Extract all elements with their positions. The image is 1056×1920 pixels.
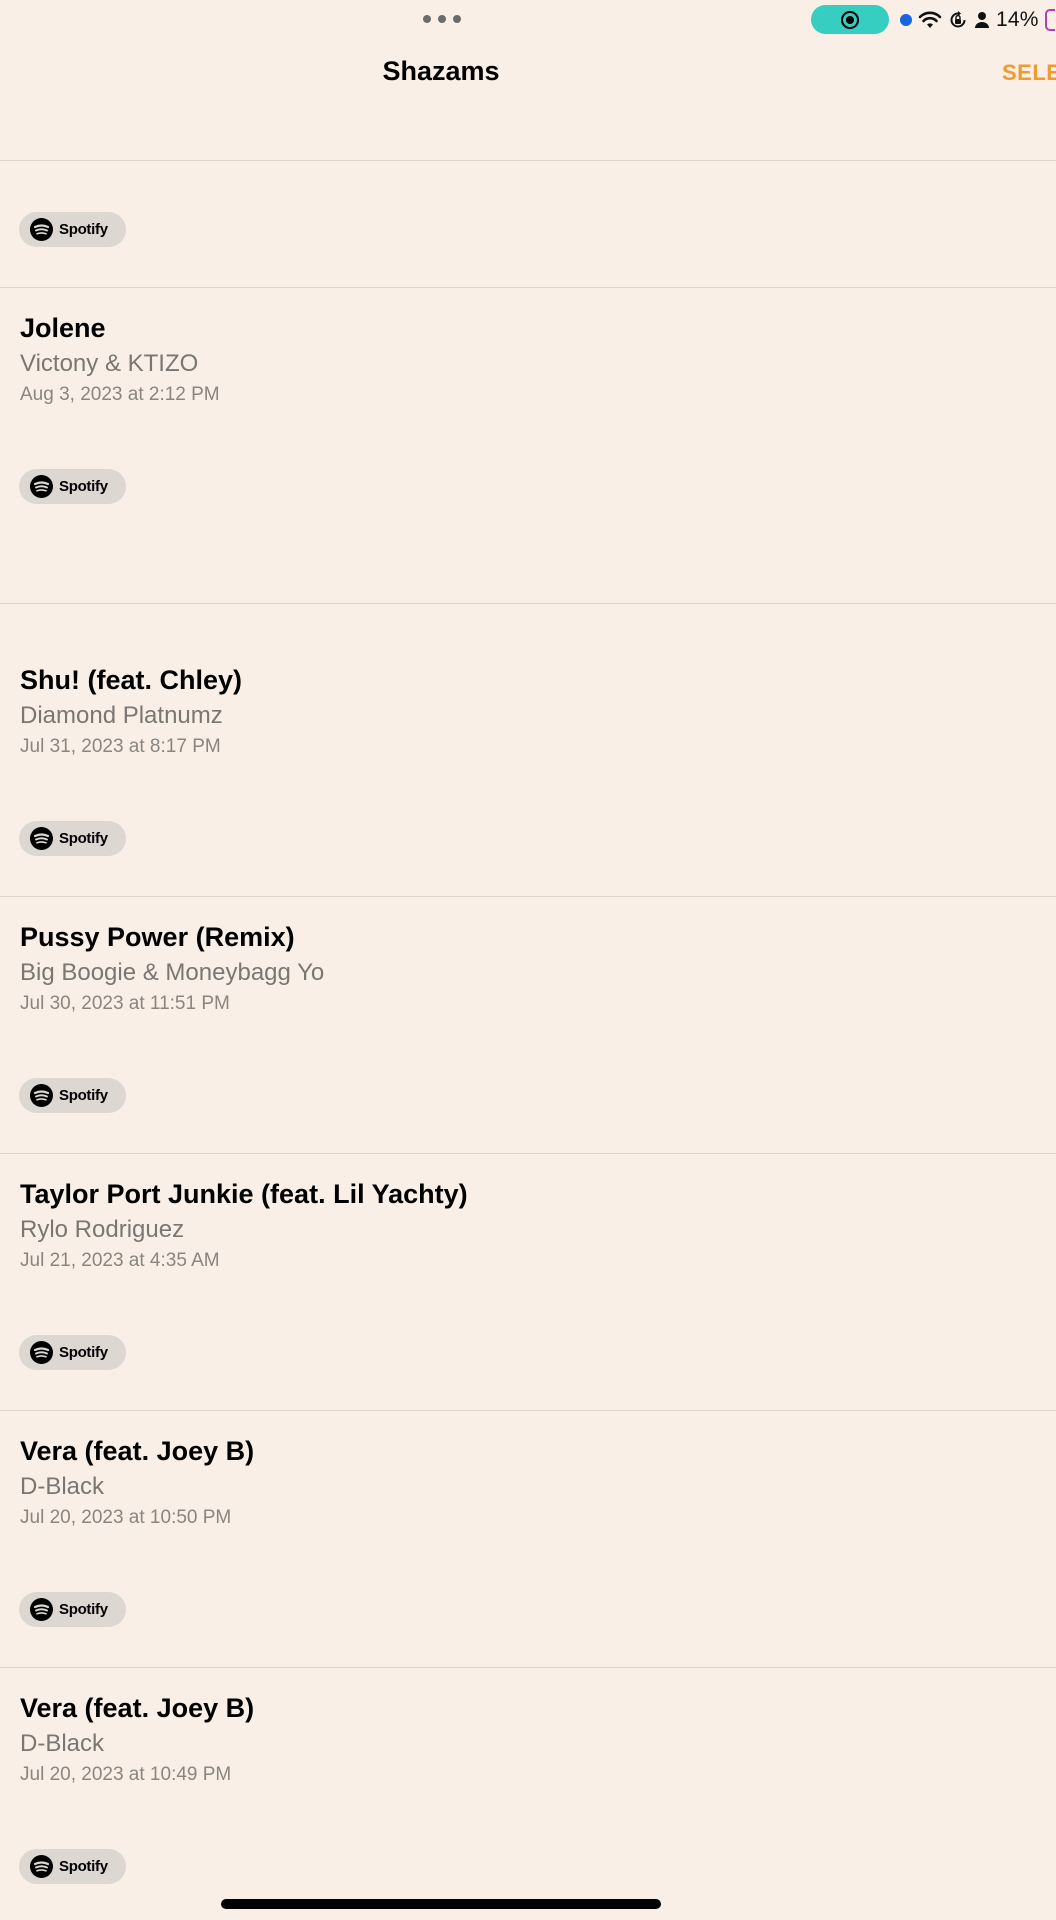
divider — [0, 603, 1056, 604]
song-date: Jul 20, 2023 at 10:49 PM — [20, 1764, 232, 1785]
song-artist: Diamond Platnumz — [20, 702, 223, 729]
song-artist: Rylo Rodriguez — [20, 1216, 185, 1243]
list-item[interactable]: Jolene Victony & KTIZO Aug 3, 2023 at 2:… — [20, 312, 220, 406]
list-item[interactable]: Taylor Port Junkie (feat. Lil Yachty) Ry… — [20, 1178, 468, 1272]
song-title: Taylor Port Junkie (feat. Lil Yachty) — [20, 1179, 468, 1209]
list-item[interactable]: Vera (feat. Joey B) D-Black Jul 20, 2023… — [20, 1435, 254, 1529]
status-bar: 14% — [0, 0, 1056, 40]
song-date: Aug 3, 2023 at 2:12 PM — [20, 384, 220, 405]
spotify-button[interactable]: Spotify — [19, 821, 126, 856]
song-artist: Victony & KTIZO — [20, 350, 199, 377]
spotify-icon — [30, 218, 53, 241]
divider — [0, 896, 1056, 897]
select-button[interactable]: SELE — [1002, 60, 1056, 86]
song-title: Jolene — [20, 313, 106, 343]
spotify-button[interactable]: Spotify — [19, 1592, 126, 1627]
spotify-icon — [30, 1084, 53, 1107]
spotify-button[interactable]: Spotify — [19, 1078, 126, 1113]
nav-header: Shazams SELE — [0, 52, 1056, 96]
spotify-icon — [30, 827, 53, 850]
spotify-label: Spotify — [59, 1601, 108, 1618]
spotify-label: Spotify — [59, 1858, 108, 1875]
song-title: Vera (feat. Joey B) — [20, 1436, 255, 1466]
multitasking-dots-icon[interactable] — [423, 14, 461, 24]
spotify-label: Spotify — [59, 221, 108, 238]
spotify-icon — [30, 1341, 53, 1364]
song-artist: D-Black — [20, 1730, 105, 1757]
list-item[interactable]: Pussy Power (Remix) Big Boogie & Moneyba… — [20, 921, 324, 1015]
spotify-icon — [30, 1598, 53, 1621]
screen-record-icon[interactable] — [811, 5, 889, 34]
list-item[interactable]: Shu! (feat. Chley) Diamond Platnumz Jul … — [20, 664, 242, 758]
spotify-icon — [30, 475, 53, 498]
divider — [0, 160, 1056, 161]
spotify-label: Spotify — [59, 478, 108, 495]
wifi-icon — [918, 11, 942, 28]
spotify-label: Spotify — [59, 1087, 108, 1104]
spotify-label: Spotify — [59, 1344, 108, 1361]
spotify-label: Spotify — [59, 830, 108, 847]
song-artist: Big Boogie & Moneybagg Yo — [20, 959, 325, 986]
divider — [0, 1667, 1056, 1668]
spotify-button[interactable]: Spotify — [19, 1335, 126, 1370]
song-title: Pussy Power (Remix) — [20, 922, 295, 952]
list-item[interactable]: Vera (feat. Joey B) D-Black Jul 20, 2023… — [20, 1692, 254, 1786]
divider — [0, 287, 1056, 288]
song-date: Jul 30, 2023 at 11:51 PM — [20, 993, 230, 1014]
battery-icon — [1044, 9, 1055, 31]
song-title: Vera (feat. Joey B) — [20, 1693, 255, 1723]
home-indicator[interactable] — [221, 1899, 661, 1909]
song-title: Shu! (feat. Chley) — [20, 665, 243, 695]
divider — [0, 1153, 1056, 1154]
location-dot-icon — [900, 14, 912, 26]
spotify-icon — [30, 1855, 53, 1878]
song-date: Jul 21, 2023 at 4:35 AM — [20, 1250, 220, 1271]
divider — [0, 1410, 1056, 1411]
spotify-button[interactable]: Spotify — [19, 1849, 126, 1884]
page-title: Shazams — [382, 56, 500, 86]
spotify-button[interactable]: Spotify — [19, 469, 126, 504]
song-date: Jul 31, 2023 at 8:17 PM — [20, 736, 221, 757]
status-indicators: 14% — [900, 6, 1055, 34]
battery-percentage: 14% — [996, 8, 1039, 31]
orientation-lock-icon — [950, 11, 966, 28]
spotify-button[interactable]: Spotify — [19, 212, 126, 247]
song-artist: D-Black — [20, 1473, 105, 1500]
person-icon — [975, 12, 989, 28]
song-date: Jul 20, 2023 at 10:50 PM — [20, 1507, 232, 1528]
